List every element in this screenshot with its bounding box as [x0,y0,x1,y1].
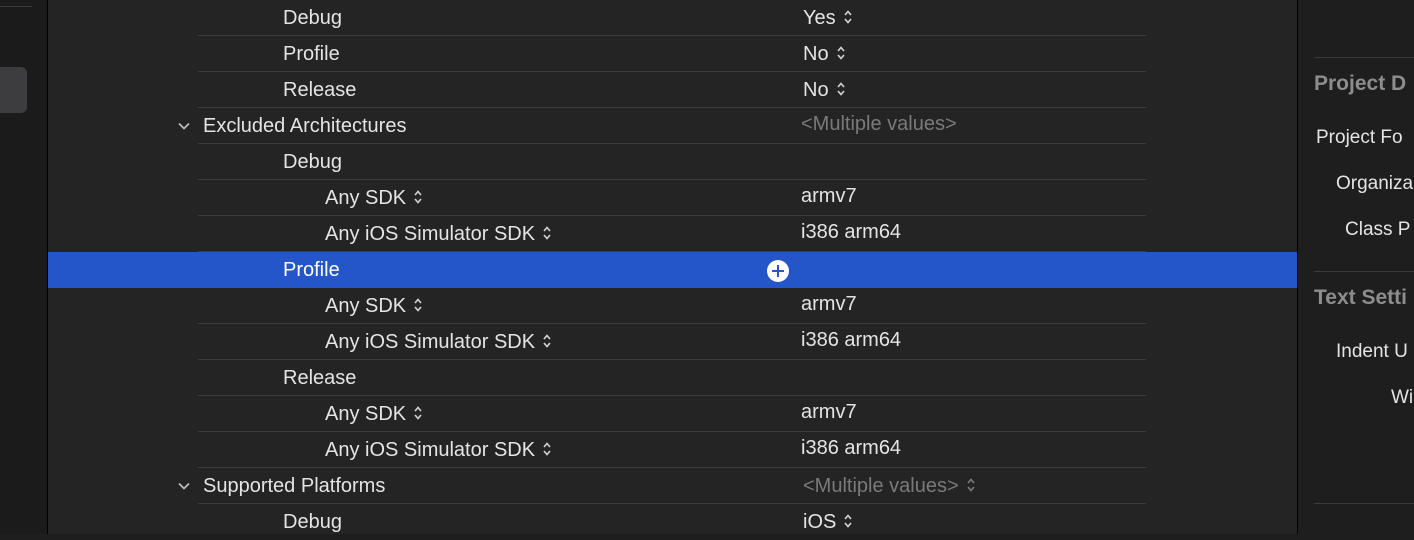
config-label: Debug [283,151,342,173]
sdk-label[interactable]: Any iOS Simulator SDK [325,432,552,468]
sdk-row-any-sdk[interactable]: Any SDK armv7 [48,180,1297,216]
sdk-label[interactable]: Any SDK [325,180,423,216]
sdk-row-ios-simulator[interactable]: Any iOS Simulator SDK i386 arm64 [48,216,1297,252]
config-row-debug[interactable]: Debug [48,144,1297,180]
stepper-icon[interactable] [542,333,552,349]
sdk-row-ios-simulator[interactable]: Any iOS Simulator SDK i386 arm64 [48,324,1297,360]
config-label: Profile [283,43,340,65]
setting-row-supported-platforms[interactable]: Supported Platforms <Multiple values> [48,468,1297,504]
file-inspector: Project D Project Fo Organiza Class P Te… [1298,0,1414,534]
config-label: Release [283,367,357,389]
stepper-icon[interactable] [836,45,846,61]
divider [0,6,32,7]
selected-target-item[interactable] [0,67,27,113]
setting-value[interactable]: i386 arm64 [801,214,901,250]
setting-row-debug[interactable]: Debug Yes [48,0,1297,36]
setting-value[interactable]: armv7 [801,394,857,430]
field-label: Indent U [1336,341,1408,362]
setting-title: Supported Platforms [203,475,386,497]
setting-value[interactable]: <Multiple values> [803,468,976,504]
sdk-label[interactable]: Any SDK [325,288,423,324]
setting-title: Excluded Architectures [203,115,407,137]
build-settings-editor: Debug Yes Profile No Release No Excluded… [48,0,1297,534]
stepper-icon[interactable] [413,189,423,205]
stepper-icon[interactable] [836,81,846,97]
navigator-strip [0,0,47,534]
config-label: Debug [283,7,342,29]
stepper-icon[interactable] [542,225,552,241]
add-condition-icon[interactable] [767,260,789,282]
sdk-row-any-sdk[interactable]: Any SDK armv7 [48,396,1297,432]
config-label: Release [283,79,357,101]
stepper-icon[interactable] [413,405,423,421]
setting-value[interactable]: No [803,72,846,108]
sdk-label[interactable]: Any iOS Simulator SDK [325,216,552,252]
divider [1314,503,1414,504]
sdk-label[interactable]: Any iOS Simulator SDK [325,324,552,360]
section-heading: Project D [1314,72,1407,95]
config-row-profile[interactable]: Profile [48,252,1297,288]
setting-value[interactable]: i386 arm64 [801,322,901,358]
chevron-down-icon[interactable] [176,468,192,504]
chevron-down-icon[interactable] [176,108,192,144]
setting-value[interactable]: No [803,36,846,72]
stepper-icon[interactable] [843,9,853,25]
section-heading: Text Setti [1314,286,1407,309]
setting-value[interactable]: armv7 [801,286,857,322]
sdk-row-any-sdk[interactable]: Any SDK armv7 [48,288,1297,324]
setting-row-profile[interactable]: Profile No [48,36,1297,72]
config-row-release[interactable]: Release [48,360,1297,396]
stepper-icon[interactable] [542,441,552,457]
setting-value[interactable]: iOS [803,504,853,540]
setting-row-excluded-architectures[interactable]: Excluded Architectures <Multiple values> [48,108,1297,144]
config-row-debug[interactable]: Debug iOS [48,504,1297,540]
config-label: Profile [283,259,340,281]
divider [1314,57,1414,58]
setting-value[interactable]: armv7 [801,178,857,214]
divider [1314,271,1414,272]
field-label: Organiza [1336,173,1414,194]
stepper-icon[interactable] [843,513,853,529]
field-label: Class P [1345,219,1411,240]
setting-value[interactable]: <Multiple values> [801,106,957,142]
stepper-icon[interactable] [966,477,976,493]
setting-value[interactable]: Yes [803,0,853,36]
sdk-label[interactable]: Any SDK [325,396,423,432]
config-label: Debug [283,511,342,533]
sdk-row-ios-simulator[interactable]: Any iOS Simulator SDK i386 arm64 [48,432,1297,468]
field-label: Wi [1391,387,1414,408]
setting-row-release[interactable]: Release No [48,72,1297,108]
field-label: Project Fo [1316,127,1403,148]
setting-value[interactable]: i386 arm64 [801,430,901,466]
stepper-icon[interactable] [413,297,423,313]
